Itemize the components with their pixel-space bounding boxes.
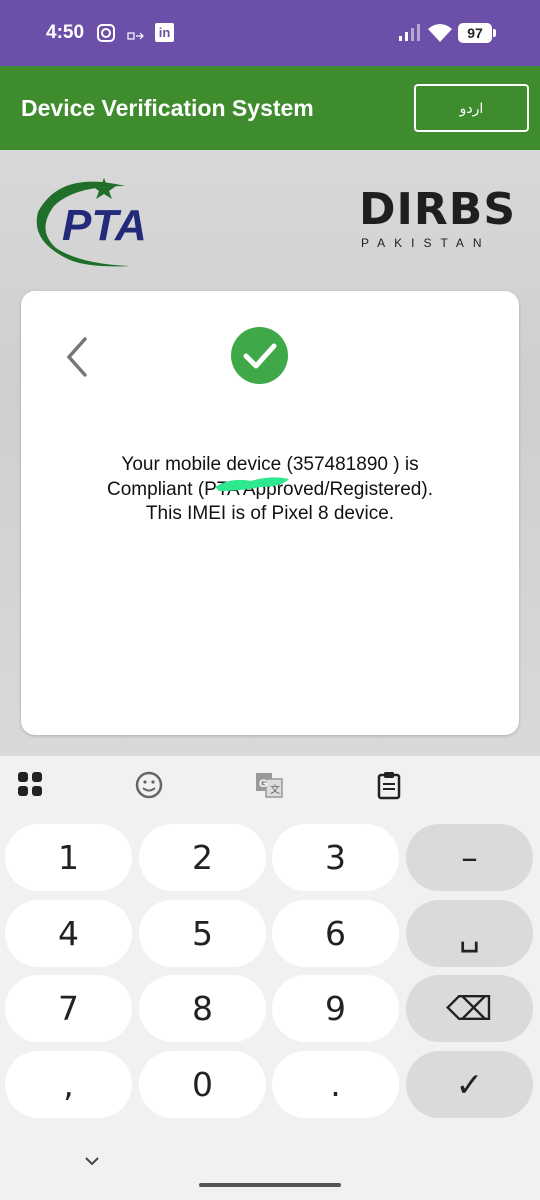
key-5[interactable]: 5 [139, 900, 266, 967]
main-content: PTA DIRBS PAKISTAN Your mobile device (3… [0, 150, 540, 756]
logo-row: PTA DIRBS PAKISTAN [0, 150, 540, 280]
translate-icon[interactable]: G 文 [254, 770, 284, 800]
comma-key[interactable]: , [5, 1051, 132, 1118]
key-6[interactable]: 6 [272, 900, 399, 967]
check-circle-icon [231, 327, 288, 384]
hide-keyboard-icon[interactable] [84, 1154, 100, 1166]
emoji-icon[interactable] [134, 770, 164, 800]
key-0[interactable]: 0 [139, 1051, 266, 1118]
instagram-icon [97, 24, 115, 42]
verification-card: Your mobile device (357481890 ) is Compl… [21, 291, 519, 735]
chevron-left-icon [66, 337, 87, 377]
svg-text:PTA: PTA [62, 201, 147, 250]
wifi-icon [427, 22, 453, 44]
key-2[interactable]: 2 [139, 824, 266, 891]
key-3[interactable]: 3 [272, 824, 399, 891]
keyboard-toolbar: G 文 [0, 756, 540, 816]
period-key[interactable]: . [272, 1051, 399, 1118]
clipboard-icon[interactable] [374, 770, 404, 800]
linkedin-icon: in [155, 23, 174, 42]
svg-text:文: 文 [270, 783, 280, 796]
battery-indicator: 97 [458, 23, 496, 43]
key-8[interactable]: 8 [139, 975, 266, 1042]
redaction-scribble [211, 473, 293, 493]
dirbs-logo: DIRBS PAKISTAN [355, 184, 520, 254]
minus-key[interactable]: – [406, 824, 533, 891]
svg-text:G: G [259, 778, 268, 790]
app-header: Device Verification System اردو [0, 66, 540, 150]
key-9[interactable]: 9 [272, 975, 399, 1042]
signal-icon [398, 24, 422, 42]
status-time: 4:50 [46, 22, 85, 43]
grid-icon[interactable] [16, 770, 46, 800]
dirbs-logo-subtitle: PAKISTAN [361, 236, 491, 250]
status-bar: 4:50 in 97 [0, 0, 540, 66]
pta-logo: PTA [30, 172, 180, 272]
key-7[interactable]: 7 [5, 975, 132, 1042]
clipboard-share-icon [127, 26, 145, 46]
language-toggle-button[interactable]: اردو [414, 84, 529, 132]
numeric-keyboard: G 文 1 2 3– 4 5 6 ␣ 7 8 9 ⌫, 0. ✓ [0, 756, 540, 1200]
key-1[interactable]: 1 [5, 824, 132, 891]
message-prefix: Your mobile device (35748189 [121, 454, 378, 475]
back-button[interactable] [61, 335, 97, 379]
dirbs-logo-text: DIRBS [359, 184, 517, 235]
redacted-imei: 0 [377, 454, 394, 475]
home-indicator[interactable] [199, 1183, 341, 1187]
page-title: Device Verification System [21, 95, 314, 121]
backspace-key[interactable]: ⌫ [406, 975, 533, 1042]
done-key[interactable]: ✓ [406, 1051, 533, 1118]
key-4[interactable]: 4 [5, 900, 132, 967]
space-key[interactable]: ␣ [406, 900, 533, 967]
